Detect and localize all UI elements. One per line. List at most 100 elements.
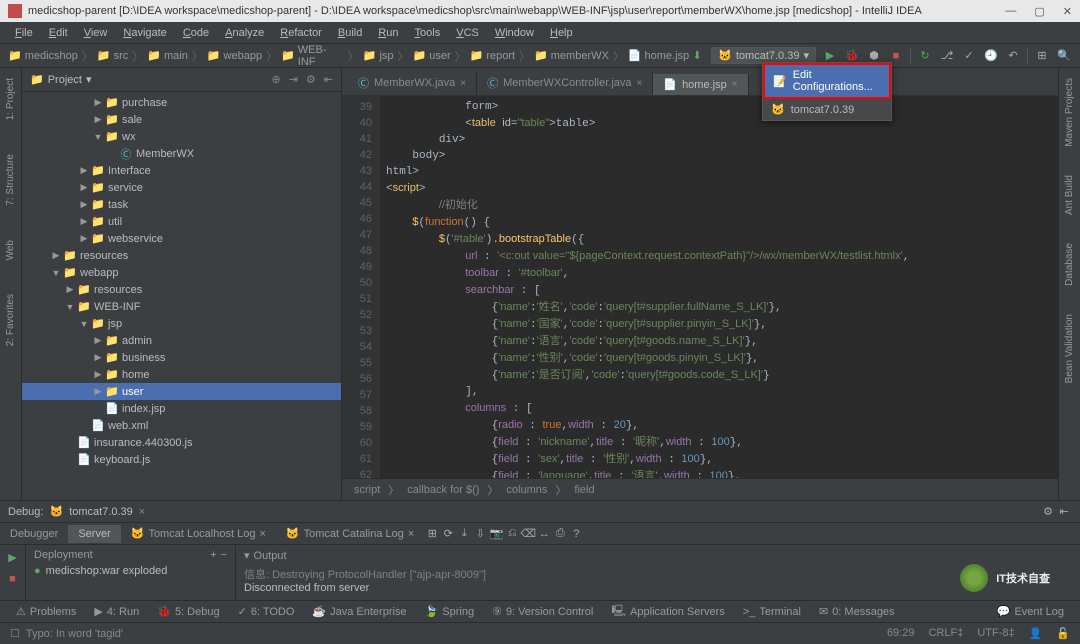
menu-run[interactable]: Run: [371, 25, 405, 41]
close-tab-icon[interactable]: ×: [139, 506, 145, 518]
breadcrumb-item[interactable]: 📁jsp: [363, 49, 394, 62]
gear-icon[interactable]: ⚙: [1040, 504, 1056, 520]
tool-window-6-todo[interactable]: ✓6: TODO: [230, 603, 303, 620]
rerun-icon[interactable]: ▶: [5, 549, 21, 565]
chevron-down-icon[interactable]: ▼: [92, 132, 104, 142]
tool-window-ant-build[interactable]: Ant Build: [1062, 171, 1077, 219]
breadcrumb-item[interactable]: 📁report: [470, 49, 515, 62]
hide-icon[interactable]: ⇤: [1056, 504, 1072, 520]
tool-window-4-run[interactable]: ▶4: Run: [86, 603, 147, 620]
chevron-right-icon[interactable]: ▶: [92, 97, 104, 108]
run-config-item[interactable]: 🐱 tomcat7.0.39: [763, 99, 891, 120]
tree-node-service[interactable]: ▶📁service: [22, 179, 341, 196]
edit-configurations-item[interactable]: 📝 Edit Configurations...: [763, 63, 891, 99]
breadcrumb-item[interactable]: 📁src: [97, 49, 128, 62]
chevron-down-icon[interactable]: ▼: [64, 302, 76, 312]
collapse-icon[interactable]: ⇥: [289, 73, 298, 86]
breadcrumb-item[interactable]: 📄home.jsp: [628, 49, 689, 62]
tree-node-memberwx[interactable]: ⒸMemberWX: [22, 145, 341, 162]
tree-node-webservice[interactable]: ▶📁webservice: [22, 230, 341, 247]
project-panel-title[interactable]: 📁 Project ▾: [30, 73, 271, 86]
tool-window-spring[interactable]: 🍃Spring: [417, 603, 483, 620]
restore-layout-icon[interactable]: ⊞: [424, 526, 440, 542]
tree-node-web-inf[interactable]: ▼📁WEB-INF: [22, 298, 341, 315]
chevron-right-icon[interactable]: ▶: [78, 165, 90, 176]
tree-node-webapp[interactable]: ▼📁webapp: [22, 264, 341, 281]
structure-icon[interactable]: ⊞: [1034, 48, 1050, 64]
tool-window-0-messages[interactable]: ✉0: Messages: [811, 603, 903, 620]
chevron-right-icon[interactable]: ▶: [92, 386, 104, 397]
search-icon[interactable]: 🔍: [1056, 48, 1072, 64]
tree-node-interface[interactable]: ▶📁Interface: [22, 162, 341, 179]
menu-help[interactable]: Help: [543, 25, 580, 41]
update-icon[interactable]: ↻: [917, 48, 933, 64]
tool-window-1-project[interactable]: 1: Project: [3, 74, 18, 124]
tree-node-business[interactable]: ▶📁business: [22, 349, 341, 366]
tree-node-user[interactable]: ▶📁user: [22, 383, 341, 400]
tree-node-web-xml[interactable]: 📄web.xml: [22, 417, 341, 434]
add-icon[interactable]: +: [210, 549, 216, 561]
debug-tab-tomcat-localhost-log[interactable]: 🐱Tomcat Localhost Log×: [121, 524, 276, 543]
editor-tab-memberwx-java[interactable]: ⒸMemberWX.java×: [348, 71, 477, 95]
chevron-right-icon[interactable]: ▶: [92, 369, 104, 380]
tree-node-util[interactable]: ▶📁util: [22, 213, 341, 230]
chevron-right-icon[interactable]: ▶: [92, 335, 104, 346]
editor-breadcrumb-item[interactable]: field: [574, 484, 594, 496]
tree-node-home[interactable]: ▶📁home: [22, 366, 341, 383]
code-area[interactable]: form> <table id="table">table> div> body…: [380, 96, 1058, 478]
tool-window-9-version-control[interactable]: ⑨9: Version Control: [484, 603, 601, 620]
editor-breadcrumb-item[interactable]: columns: [506, 484, 547, 496]
tree-node-resources[interactable]: ▶📁resources: [22, 281, 341, 298]
target-icon[interactable]: ⊕: [271, 73, 280, 86]
cursor-position[interactable]: 69:29: [887, 627, 915, 640]
vcs-revert-icon[interactable]: ↶: [1005, 48, 1021, 64]
chevron-down-icon[interactable]: ▼: [78, 319, 90, 329]
menu-analyze[interactable]: Analyze: [218, 25, 271, 41]
tree-node-task[interactable]: ▶📁task: [22, 196, 341, 213]
chevron-right-icon[interactable]: ▶: [64, 284, 76, 295]
tool-window-java-enterprise[interactable]: ☕Java Enterprise: [304, 603, 414, 620]
vcs-icon[interactable]: ⎇: [939, 48, 955, 64]
menu-refactor[interactable]: Refactor: [273, 25, 329, 41]
menu-window[interactable]: Window: [488, 25, 541, 41]
chevron-right-icon[interactable]: ▶: [92, 114, 104, 125]
menu-tools[interactable]: Tools: [408, 25, 448, 41]
maximize-icon[interactable]: ▢: [1034, 5, 1044, 18]
tree-node-admin[interactable]: ▶📁admin: [22, 332, 341, 349]
close-tab-icon[interactable]: ×: [259, 528, 265, 540]
menu-code[interactable]: Code: [176, 25, 216, 41]
chevron-right-icon[interactable]: ▶: [50, 250, 62, 261]
debug-action-icon[interactable]: ⟳: [440, 526, 456, 542]
deployment-item[interactable]: ● medicshop:war exploded: [34, 565, 227, 577]
close-tab-icon[interactable]: ×: [408, 528, 414, 540]
remove-icon[interactable]: −: [221, 549, 227, 561]
tool-window-maven-projects[interactable]: Maven Projects: [1062, 74, 1077, 151]
breadcrumb-item[interactable]: 📁memberWX: [534, 49, 609, 62]
close-icon[interactable]: ✕: [1063, 5, 1072, 18]
menu-vcs[interactable]: VCS: [449, 25, 486, 41]
tree-node-resources[interactable]: ▶📁resources: [22, 247, 341, 264]
tool-window-bean-validation[interactable]: Bean Validation: [1062, 310, 1077, 387]
chevron-right-icon[interactable]: ▶: [78, 182, 90, 193]
debug-action-icon[interactable]: ⤓: [456, 526, 472, 542]
chevron-down-icon[interactable]: ▼: [50, 268, 62, 278]
tool-window-5-debug[interactable]: 🐞5: Debug: [149, 603, 227, 620]
vcs-history-icon[interactable]: 🕘: [983, 48, 999, 64]
vcs-commit-icon[interactable]: ✓: [961, 48, 977, 64]
editor-tab-memberwxcontroller-java[interactable]: ⒸMemberWXController.java×: [477, 71, 653, 95]
chevron-right-icon[interactable]: ▶: [78, 233, 90, 244]
menu-file[interactable]: File: [8, 25, 40, 41]
menu-edit[interactable]: Edit: [42, 25, 75, 41]
editor-breadcrumb-item[interactable]: script: [354, 484, 380, 496]
debug-action-icon[interactable]: ↔: [536, 526, 552, 542]
debug-tab-tomcat-catalina-log[interactable]: 🐱Tomcat Catalina Log×: [276, 524, 424, 543]
tree-node-index-jsp[interactable]: 📄index.jsp: [22, 400, 341, 417]
breadcrumb-item[interactable]: 📁user: [413, 49, 451, 62]
tool-window-terminal[interactable]: >_Terminal: [735, 604, 809, 620]
minimize-icon[interactable]: —: [1005, 5, 1016, 18]
debug-action-icon[interactable]: ⎙: [552, 526, 568, 542]
debug-action-icon[interactable]: ⇩: [472, 526, 488, 542]
tree-node-jsp[interactable]: ▼📁jsp: [22, 315, 341, 332]
debug-tab-server[interactable]: Server: [68, 525, 120, 543]
project-tree[interactable]: ▶📁purchase▶📁sale▼📁wxⒸMemberWX▶📁Interface…: [22, 92, 341, 500]
